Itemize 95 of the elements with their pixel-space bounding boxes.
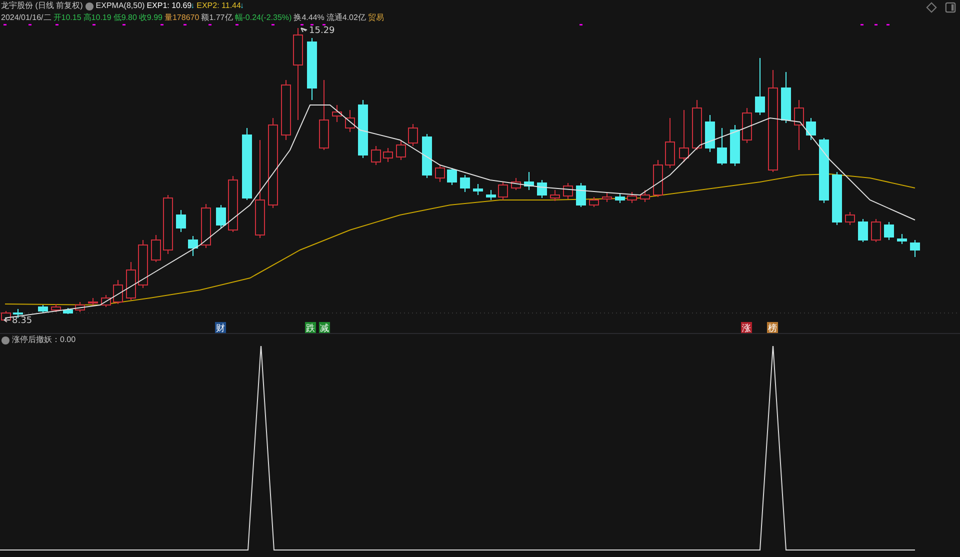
candlestick xyxy=(281,80,291,140)
event-marker[interactable]: 榜 xyxy=(767,322,778,333)
candlestick xyxy=(806,118,816,140)
indicator-label: 涨停后撤妖：0.00 xyxy=(12,334,76,346)
candlestick xyxy=(151,234,161,262)
quote-value: 高10.19 xyxy=(83,12,112,24)
candlestick xyxy=(216,204,226,228)
candlestick xyxy=(615,194,625,204)
candlestick xyxy=(201,204,211,248)
high-price-label: 15.29 xyxy=(309,26,335,36)
candlestick xyxy=(371,146,381,166)
candlestick xyxy=(63,308,73,314)
quote-value: 幅-0.24(-2.35%) xyxy=(234,12,292,24)
candlestick xyxy=(358,100,368,158)
candlestick xyxy=(794,100,804,150)
candlestick xyxy=(307,38,317,100)
candlestick xyxy=(755,58,765,116)
candlestick xyxy=(228,176,238,232)
down-arrow-text: ↓ xyxy=(240,0,244,12)
candlestick xyxy=(176,210,186,232)
candlestick xyxy=(188,236,198,256)
candlestick xyxy=(396,140,406,160)
stock-title: 龙宇股份 (日线 前复权) xyxy=(1,0,83,12)
candlestick xyxy=(832,172,842,226)
candlestick xyxy=(665,118,675,168)
candlestick xyxy=(126,262,136,300)
quote-value: 流通4.02亿 xyxy=(326,12,366,24)
candlestick xyxy=(563,182,573,200)
candlestick xyxy=(447,168,457,186)
candlestick xyxy=(473,184,483,196)
candlestick xyxy=(113,280,123,304)
candlestick xyxy=(679,110,689,162)
candlestick xyxy=(845,212,855,226)
low-price-label: 8.35 xyxy=(12,316,32,326)
candlestick xyxy=(383,148,393,162)
candlestick xyxy=(653,160,663,198)
quote-value: 收9.99 xyxy=(138,12,162,24)
candlestick xyxy=(435,164,445,182)
quote-value: 换4.44% xyxy=(294,12,324,24)
candlestick xyxy=(88,298,98,306)
candlestick xyxy=(498,182,508,200)
candlestick xyxy=(602,192,612,202)
quote-value: 贸易 xyxy=(368,12,384,24)
event-marker[interactable]: 涨 xyxy=(741,322,752,333)
candlestick xyxy=(38,304,48,314)
indicator-value: EXP2: 11.44 xyxy=(196,0,241,12)
candlestick xyxy=(871,218,881,242)
quote-value: 低9.80 xyxy=(113,12,137,24)
candlestick xyxy=(319,80,329,150)
indicator-name: EXPMA(8,50) xyxy=(96,0,145,12)
indicator-settings-icon[interactable] xyxy=(1,336,10,344)
down-arrow-text: ↓ xyxy=(190,0,195,12)
event-marker[interactable]: 跌 xyxy=(305,322,316,333)
quote-value: 开10.15 xyxy=(53,12,82,24)
candlestick xyxy=(742,108,752,144)
candlestick xyxy=(537,180,547,198)
leader-line xyxy=(4,318,10,322)
candlestick xyxy=(640,190,650,202)
candlestick xyxy=(627,192,637,204)
candlestick xyxy=(589,196,599,208)
leader-line xyxy=(300,28,308,32)
event-marker[interactable]: 财 xyxy=(215,322,226,333)
candlestick xyxy=(345,110,355,132)
candlestick xyxy=(717,128,727,166)
candlestick xyxy=(858,218,868,242)
candlestick xyxy=(576,182,586,208)
candlestick xyxy=(910,240,920,258)
indicator-value: EXP1: 10.69 xyxy=(146,0,192,12)
candlestick xyxy=(819,138,829,204)
candlestick xyxy=(550,190,560,202)
panel-toggle-icon[interactable] xyxy=(945,2,956,13)
event-marker[interactable]: 减 xyxy=(319,322,330,333)
candlestick xyxy=(163,194,173,254)
candlestick xyxy=(692,100,702,150)
candlestick xyxy=(897,234,907,244)
quote-value: 量178670 xyxy=(164,12,200,24)
candlestick xyxy=(460,174,470,192)
candlestick xyxy=(332,104,342,122)
candlestick xyxy=(75,302,85,312)
candlestick xyxy=(422,134,432,178)
candlestick xyxy=(101,294,111,308)
candlestick xyxy=(730,124,740,166)
candlestick xyxy=(781,72,791,124)
candlestick xyxy=(51,304,61,312)
candlestick xyxy=(524,172,534,190)
candlestick xyxy=(138,240,148,288)
candlestick xyxy=(486,190,496,200)
candlestick xyxy=(705,114,715,152)
quote-value: 额1.77亿 xyxy=(201,12,233,24)
candlestick xyxy=(511,178,521,190)
indicator-settings-icon[interactable] xyxy=(84,2,94,10)
candlestick xyxy=(408,124,418,146)
quote-value: 2024/01/16/二 xyxy=(1,12,52,24)
diamond-icon[interactable] xyxy=(926,2,937,13)
candlestick xyxy=(884,222,894,240)
